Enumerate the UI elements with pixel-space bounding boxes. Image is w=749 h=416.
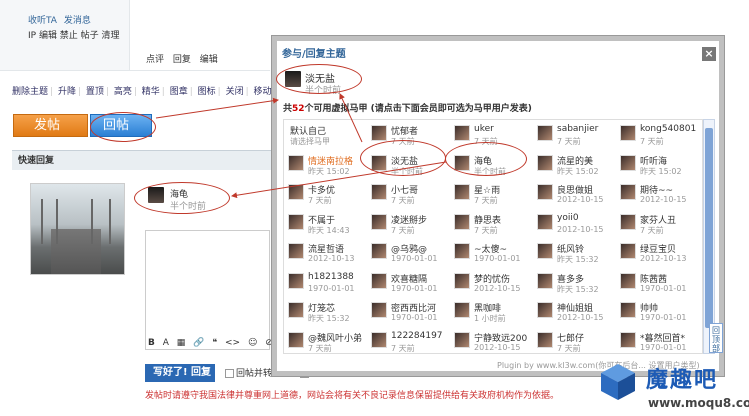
cube-logo-icon xyxy=(601,364,635,400)
site-watermark: 魔趣吧 www.moqu8.com xyxy=(598,358,749,416)
annotation-arrows xyxy=(155,93,447,199)
watermark-url: www.moqu8.com xyxy=(648,396,749,410)
watermark-name: 魔趣吧 xyxy=(646,368,719,393)
